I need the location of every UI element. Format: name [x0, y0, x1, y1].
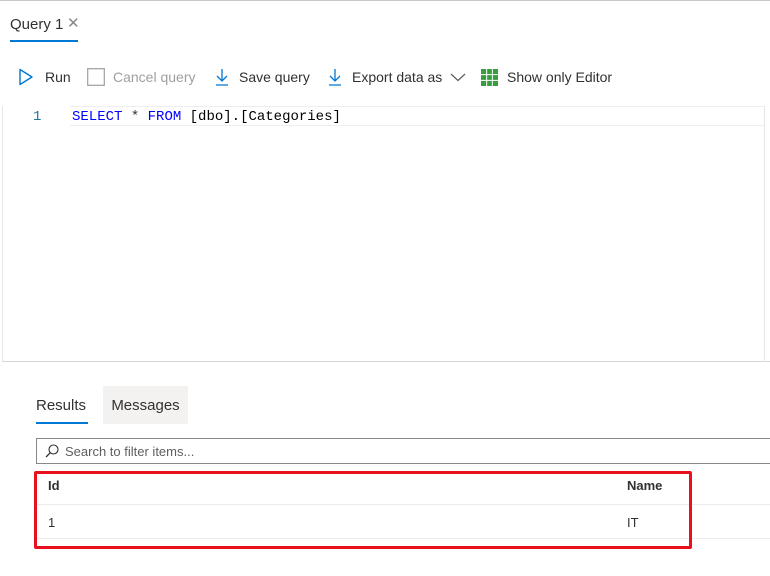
export-data-button[interactable]: Export data as	[328, 66, 466, 88]
tab-results[interactable]: Results	[32, 386, 90, 424]
query-editor[interactable]	[2, 106, 770, 362]
save-query-button[interactable]: Save query	[215, 66, 310, 88]
table-identifier: [dbo].[Categories]	[189, 109, 341, 125]
search-icon	[45, 444, 59, 458]
run-button[interactable]: Run	[18, 66, 71, 88]
editor-scrollbar[interactable]	[764, 106, 770, 362]
play-icon	[19, 68, 33, 86]
keyword-select: SELECT	[72, 109, 123, 125]
export-data-label: Export data as	[352, 69, 443, 85]
stop-icon	[87, 68, 105, 86]
tab-messages[interactable]: Messages	[103, 386, 188, 424]
tab-results-label: Results	[35, 396, 87, 414]
tab-messages-label: Messages	[111, 396, 180, 414]
tab-active-indicator	[36, 422, 88, 424]
tab-active-indicator	[10, 40, 78, 42]
show-only-editor-label: Show only Editor	[507, 69, 613, 85]
search-box[interactable]	[36, 438, 770, 464]
download-icon	[216, 69, 228, 86]
cancel-query-button[interactable]: Cancel query	[87, 66, 196, 88]
operator-star: *	[130, 109, 140, 125]
show-only-editor-button[interactable]: Show only Editor	[481, 66, 612, 88]
line-number: 1	[33, 109, 42, 125]
highlight-annotation	[34, 471, 692, 549]
download-icon	[329, 69, 341, 86]
chevron-down-icon	[450, 73, 466, 82]
tab-title: Query 1	[10, 16, 64, 33]
grid-icon	[481, 68, 498, 86]
save-query-label: Save query	[239, 69, 310, 85]
run-label: Run	[45, 69, 71, 85]
close-icon[interactable]: ✕	[67, 14, 80, 32]
code-line[interactable]: SELECT * FROM [dbo].[Categories]	[72, 109, 341, 125]
keyword-from: FROM	[147, 109, 182, 125]
cancel-query-label: Cancel query	[113, 69, 196, 85]
window-top-border	[0, 0, 770, 1]
search-input[interactable]	[65, 443, 755, 459]
